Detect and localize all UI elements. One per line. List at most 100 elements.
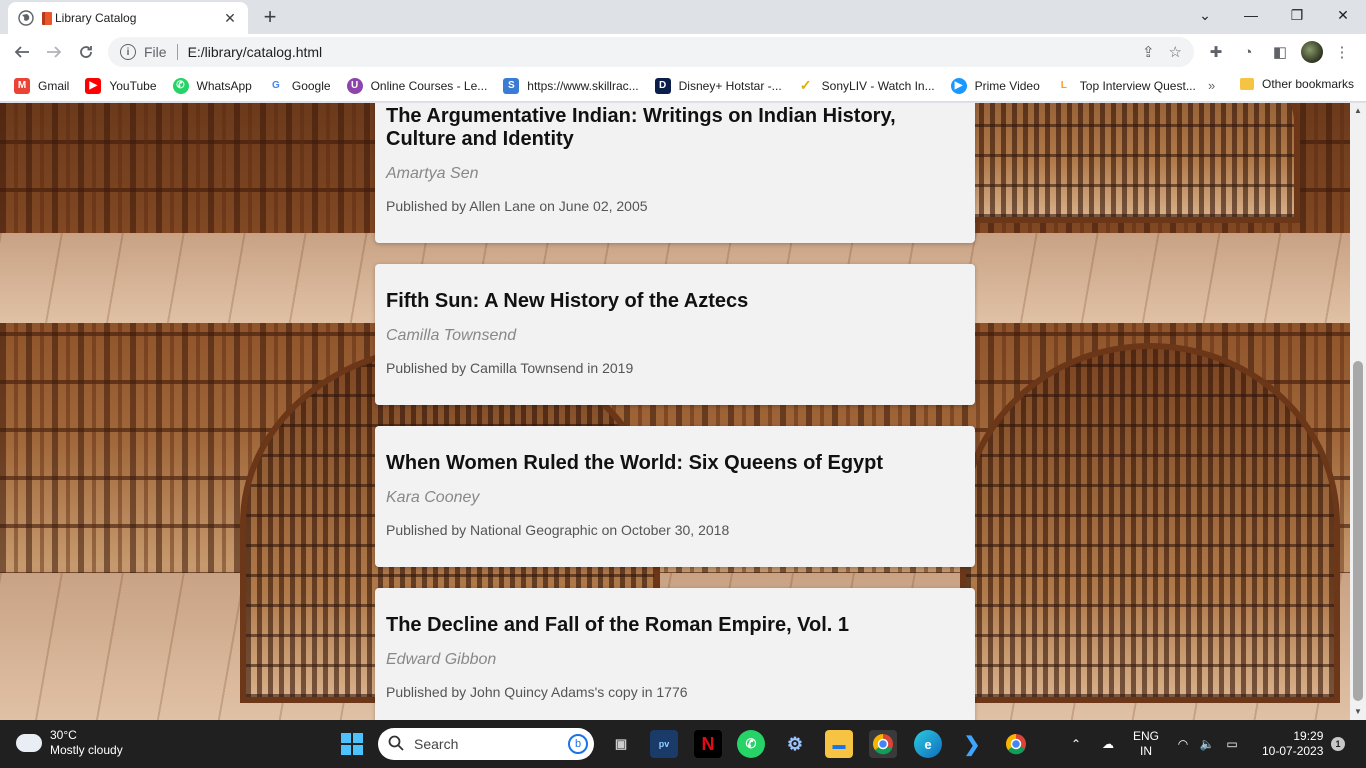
tab-title: Library Catalog [42,11,222,25]
url-text[interactable]: E:/library/catalog.html [188,44,323,60]
profile-avatar[interactable] [1301,41,1323,63]
skillrack-icon: S [503,77,520,94]
bookmark-label: Top Interview Quest... [1079,78,1196,93]
prime-video-app-icon[interactable]: pv [650,730,678,758]
bookmark-gmail[interactable]: M Gmail [14,77,70,94]
close-window-button[interactable]: ✕ [1320,0,1366,30]
windows-taskbar: 30°C Mostly cloudy Search b ▣ pv N ✆ ⚙ ▬… [0,720,1366,768]
bookmark-label: Online Courses - Le... [370,78,488,93]
whatsapp-icon: ✆ [172,77,189,94]
folder-icon [1240,78,1254,90]
scroll-up-arrow-icon[interactable]: ▲ [1354,106,1362,115]
book-card: The Decline and Fall of the Roman Empire… [375,588,975,720]
book-title: The Decline and Fall of the Roman Empire… [386,614,850,636]
onedrive-cloud-icon[interactable]: ☁ [1096,720,1120,768]
youtube-icon: ▶ [85,77,102,94]
performance-icon[interactable]: ◔ [1237,41,1259,63]
volume-icon[interactable]: 🔈 [1198,720,1216,768]
bookmark-label: WhatsApp [196,78,252,93]
book-card: When Women Ruled the World: Six Queens o… [375,426,975,567]
tab-library-catalog[interactable]: Library Catalog ✕ [8,2,248,34]
bookmark-google[interactable]: G Google [267,77,331,94]
book-icon [42,11,52,25]
language-region: IN [1140,744,1152,758]
bookmark-star-icon[interactable]: ☆ [1169,43,1182,61]
bookmark-youtube[interactable]: ▶ YouTube [85,77,157,94]
battery-icon[interactable]: ▭ [1222,720,1242,768]
language-indicator[interactable]: ENG IN [1128,720,1164,768]
bookmark-skillrack[interactable]: Shttps://www.skillrac... [503,77,639,94]
share-icon[interactable]: ⇪ [1142,43,1155,61]
bookmark-label: YouTube [109,78,157,93]
wifi-icon[interactable]: ◠ [1174,720,1192,768]
tab-strip: Library Catalog ✕ + ⌄ — ❐ ✕ [0,0,1366,34]
chrome-app-icon[interactable] [869,730,897,758]
book-author: Amartya Sen [386,165,479,182]
back-button[interactable] [8,38,36,66]
scroll-down-arrow-icon[interactable]: ▼ [1354,707,1362,716]
bookmarks-overflow-chevron[interactable]: » [1208,78,1215,93]
info-icon[interactable]: i [120,44,136,60]
book-published: Published by Camilla Townsend in 2019 [386,360,634,376]
courses-icon: U [346,77,363,94]
globe-icon [18,10,34,26]
weather-widget[interactable]: 30°C Mostly cloudy [12,728,123,758]
close-tab-icon[interactable]: ✕ [222,10,238,26]
edge-icon[interactable]: e [914,730,942,758]
taskbar-clock[interactable]: 19:29 10-07-2023 [1262,729,1323,759]
bing-icon: b [568,734,588,754]
protocol-label: File [144,44,167,60]
scrollbar-thumb[interactable] [1353,361,1363,701]
task-view-icon[interactable]: ▣ [607,730,635,758]
reload-button[interactable] [72,38,100,66]
minimize-button[interactable]: — [1228,0,1274,30]
bookmarks-bar: M Gmail ▶ YouTube ✆ WhatsApp G Google U Onlin… [0,70,1366,102]
bookmark-online-courses[interactable]: U Online Courses - Le... [346,77,488,94]
book-published: Published by Allen Lane on June 02, 2005 [386,198,648,214]
bookmark-label: https://www.skillrac... [527,78,639,93]
notification-badge[interactable]: 1 [1331,737,1345,751]
browser-toolbar: i File E:/library/catalog.html ⇪ ☆ ✚ ◔ ◧… [0,34,1366,70]
bookmark-label: Google [291,78,331,93]
arrow-left-icon [14,46,29,58]
extensions-icon[interactable]: ✚ [1205,41,1227,63]
bookmark-whatsapp[interactable]: ✆ WhatsApp [172,77,252,94]
restore-button[interactable]: ❐ [1274,0,1320,30]
bookmark-label: Prime Video [974,78,1040,93]
side-panel-icon[interactable]: ◧ [1269,41,1291,63]
chrome-profile-icon[interactable] [1002,730,1030,758]
vscode-icon[interactable]: ❯ [958,730,986,758]
clock-time: 19:29 [1293,729,1324,743]
tray-chevron-up-icon[interactable]: ⌃ [1066,720,1086,768]
other-bookmarks[interactable]: Other bookmarks [1240,77,1354,91]
tab-title-text: Library Catalog [55,11,137,25]
primevideo-icon: ▶ [950,77,967,94]
bookmark-prime-video[interactable]: ▶ Prime Video [950,77,1040,94]
bookmark-leetcode[interactable]: L Top Interview Quest... [1055,77,1196,94]
netflix-icon[interactable]: N [694,730,722,758]
search-placeholder: Search [414,736,459,752]
menu-icon[interactable]: ⋮ [1331,41,1353,63]
bookmark-hotstar[interactable]: D Disney+ Hotstar -... [654,77,782,94]
taskbar-search[interactable]: Search b [378,728,594,760]
file-explorer-icon[interactable]: ▬ [825,730,853,758]
bookmark-label: Gmail [38,78,70,93]
new-tab-button[interactable]: + [258,4,282,29]
book-author: Edward Gibbon [386,651,497,668]
forward-button[interactable] [40,38,68,66]
sonyliv-icon: ✓ [797,77,814,94]
gmail-icon: M [14,77,30,94]
bookmark-sonyliv[interactable]: ✓ SonyLIV - Watch In... [797,77,935,94]
book-title: When Women Ruled the World: Six Queens o… [386,452,884,474]
book-card: The Argumentative Indian: Writings on In… [375,103,975,243]
book-published: Published by John Quincy Adams's copy in… [386,684,688,700]
reload-icon [80,46,92,58]
start-button[interactable] [338,730,366,758]
background-arch [960,343,1340,703]
settings-gear-icon[interactable]: ⚙ [781,730,809,758]
page-scrollbar[interactable]: ▲ ▼ [1350,103,1366,720]
background-arch [940,103,1300,223]
address-bar[interactable]: i File E:/library/catalog.html ⇪ ☆ [108,37,1194,67]
tab-search-icon[interactable]: ⌄ [1182,0,1228,30]
whatsapp-app-icon[interactable]: ✆ [737,730,765,758]
